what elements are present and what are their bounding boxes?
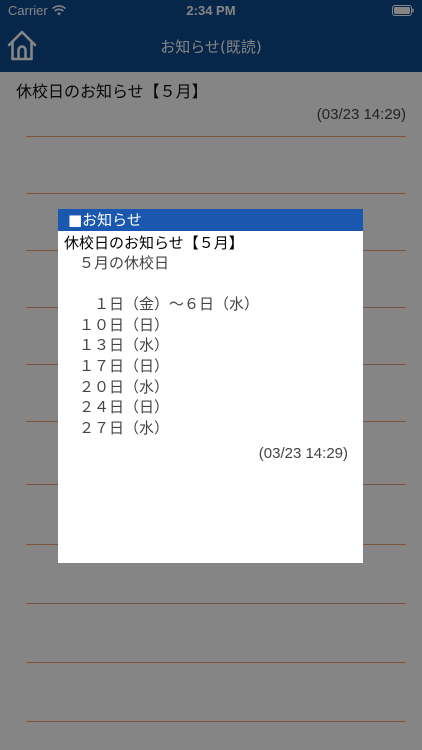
- dialog-line: １日（金）～６日（水）: [64, 295, 260, 314]
- dialog-line: ２４日（日）: [64, 398, 170, 417]
- notice-dialog: ■お知らせ 休校日のお知らせ【５月】 ５月の休校日 １日（金）～６日（水） １０…: [58, 209, 363, 563]
- dialog-line: １７日（日）: [64, 356, 170, 375]
- dialog-line: ２７日（水）: [64, 418, 170, 437]
- dialog-line: １３日（水）: [64, 336, 170, 355]
- dialog-title: 休校日のお知らせ【５月】: [64, 234, 244, 252]
- dialog-body: 休校日のお知らせ【５月】 ５月の休校日 １日（金）～６日（水） １０日（日） １…: [58, 231, 363, 438]
- dialog-line: [64, 274, 357, 295]
- dialog-line: １０日（日）: [64, 315, 170, 334]
- dialog-header: ■お知らせ: [58, 209, 363, 231]
- dialog-line: ５月の休校日: [64, 254, 170, 272]
- dialog-date: (03/23 14:29): [258, 445, 348, 462]
- dialog-line: ２０日（水）: [64, 377, 170, 396]
